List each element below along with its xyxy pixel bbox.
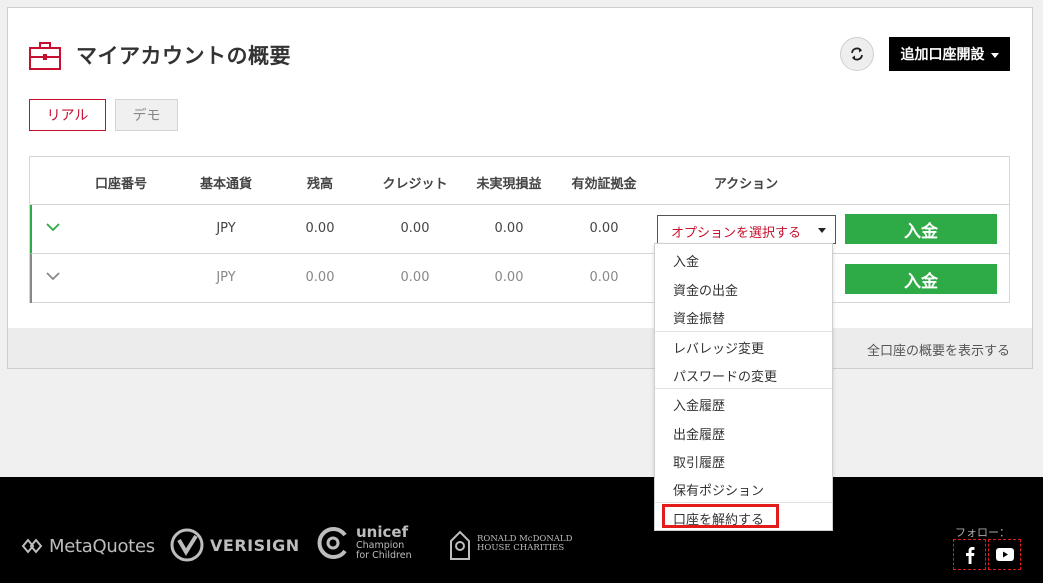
menu-item-password[interactable]: パスワードの変更	[673, 366, 777, 385]
briefcase-icon	[29, 42, 61, 70]
view-all-accounts-link[interactable]: 全口座の概要を表示する	[867, 340, 1010, 359]
tab-real[interactable]: リアル	[29, 99, 106, 131]
menu-item-withdraw-history[interactable]: 出金履歴	[673, 424, 725, 443]
refresh-icon	[851, 47, 863, 61]
refresh-button[interactable]	[840, 37, 874, 71]
credit-cell: 0.00	[400, 270, 430, 285]
menu-item-transfer[interactable]: 資金振替	[673, 308, 725, 327]
title-row: マイアカウントの概要	[28, 38, 291, 72]
options-select[interactable]: オプションを選択する	[657, 215, 836, 244]
accounts-table: 口座番号 基本通貨 残高 クレジット 未実現損益 有効証拠金 アクション JPY…	[29, 156, 1010, 303]
table-header: 口座番号 基本通貨 残高 クレジット 未実現損益 有効証拠金 アクション	[30, 157, 1009, 205]
credit-cell: 0.00	[400, 221, 430, 236]
panel-footer: 全口座の概要を表示する	[8, 328, 1032, 368]
currency-cell: JPY	[216, 270, 236, 285]
menu-separator	[655, 388, 832, 389]
verisign-logo: VERISIGN	[170, 528, 300, 562]
menu-separator	[655, 331, 832, 332]
column-header-equity: 有効証拠金	[571, 177, 637, 192]
deposit-button[interactable]: 入金	[845, 264, 997, 294]
menu-item-close-account[interactable]: 口座を解約する	[673, 509, 764, 528]
menu-item-positions[interactable]: 保有ポジション	[673, 480, 764, 499]
menu-item-trade-history[interactable]: 取引履歴	[673, 452, 725, 471]
menu-item-withdraw[interactable]: 資金の出金	[673, 280, 738, 299]
site-footer: MetaQuotes VERISIGN unicef Champion for …	[0, 477, 1043, 583]
menu-item-deposit-history[interactable]: 入金履歴	[673, 395, 725, 414]
youtube-icon	[995, 548, 1014, 561]
metaquotes-logo: MetaQuotes	[21, 535, 155, 557]
equity-cell: 0.00	[589, 270, 619, 285]
column-header-credit: クレジット	[382, 177, 448, 192]
caret-down-icon	[818, 228, 826, 233]
facebook-link[interactable]	[953, 539, 986, 570]
menu-item-deposit[interactable]: 入金	[673, 251, 699, 270]
follow-label: フォロー：	[955, 526, 1010, 539]
currency-cell: JPY	[216, 221, 236, 236]
menu-item-leverage[interactable]: レバレッジ変更	[673, 338, 764, 357]
balance-cell: 0.00	[305, 221, 335, 236]
facebook-icon	[965, 546, 974, 564]
unicef-mark-icon	[317, 527, 347, 559]
column-header-action: アクション	[713, 177, 779, 192]
equity-cell: 0.00	[589, 221, 619, 236]
chevron-down-icon[interactable]	[46, 220, 60, 234]
rmhc-logo: RONALD McDONALD HOUSE CHARITIES	[448, 527, 572, 561]
balance-cell: 0.00	[305, 270, 335, 285]
caret-down-icon	[990, 52, 999, 58]
options-dropdown-menu: 入金 資金の出金 資金振替 レバレッジ変更 パスワードの変更 入金履歴 出金履歴…	[654, 243, 833, 531]
youtube-link[interactable]	[988, 539, 1021, 570]
unicef-logo: unicef Champion for Children	[315, 524, 412, 561]
unrealized-cell: 0.00	[494, 270, 524, 285]
metaquotes-mark-icon	[21, 538, 43, 554]
page-title: マイアカウントの概要	[76, 44, 291, 68]
rmhc-house-icon	[450, 530, 470, 560]
verisign-check-icon	[170, 528, 204, 562]
deposit-button[interactable]: 入金	[845, 214, 997, 244]
unrealized-cell: 0.00	[494, 221, 524, 236]
tab-demo[interactable]: デモ	[115, 99, 178, 131]
account-overview-panel: マイアカウントの概要 追加口座開設 リアル デモ 口座番号 基本通貨 残高 クレ…	[7, 7, 1033, 369]
table-row: JPY 0.00 0.00 0.00 0.00 入金	[30, 254, 1009, 303]
menu-separator	[655, 502, 832, 503]
chevron-down-icon[interactable]	[46, 269, 60, 283]
column-header-currency: 基本通貨	[199, 177, 253, 192]
column-header-balance: 残高	[306, 177, 334, 192]
column-header-unrealized: 未実現損益	[476, 177, 542, 192]
options-select-label: オプションを選択する	[671, 226, 802, 241]
column-header-account: 口座番号	[94, 177, 148, 192]
table-row: JPY 0.00 0.00 0.00 0.00 オプションを選択する 入金	[30, 205, 1009, 254]
add-account-label: 追加口座開設	[900, 47, 985, 63]
add-account-button[interactable]: 追加口座開設	[889, 37, 1010, 71]
